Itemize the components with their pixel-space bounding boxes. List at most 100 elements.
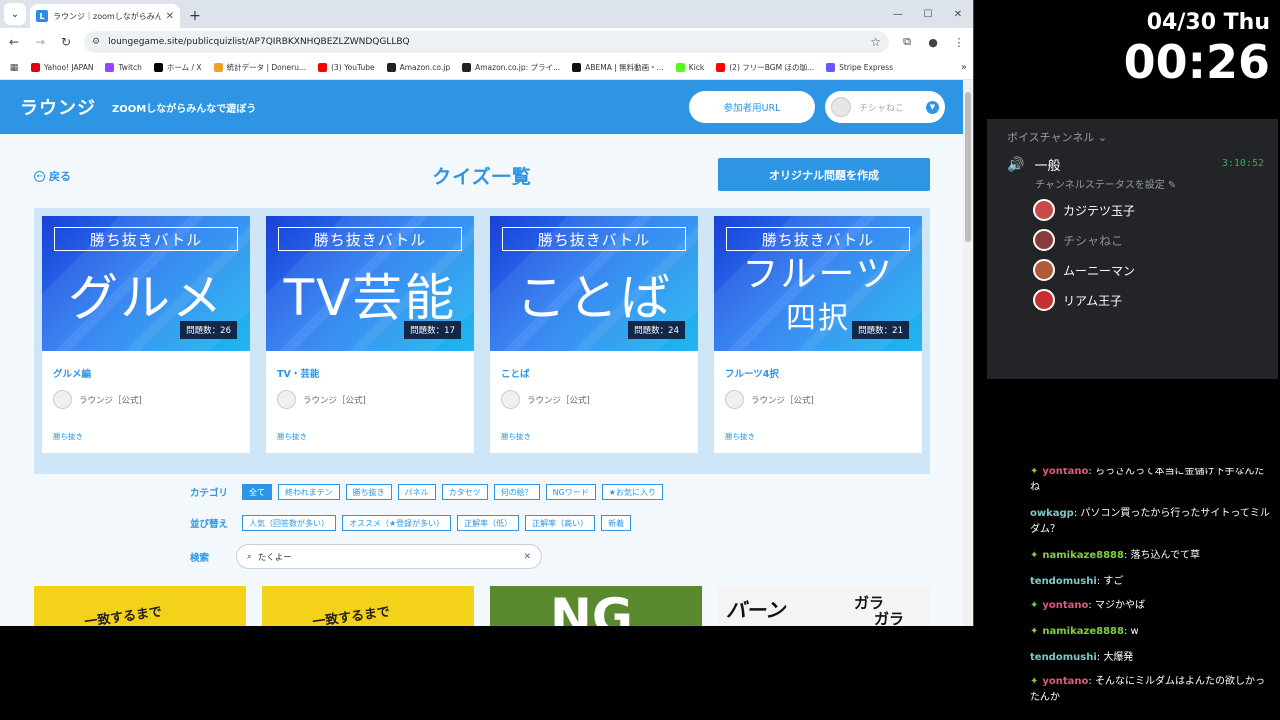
quiz-thumbnail[interactable]: 勝ち抜きバトル フルーツ 四択 問題数：21 [714,216,922,351]
speaker-icon: 🔊 [1007,156,1025,173]
bookmark-label: Twitch [118,63,142,72]
quiz-tag[interactable]: 勝ち抜き [725,431,755,442]
voice-member[interactable]: リアム王子 [1033,289,1122,311]
bookmark-label: Yahoo! JAPAN [44,63,94,72]
thumbnail-banner: 勝ち抜きバトル [502,227,686,251]
bookmark-item[interactable]: Stripe Express [821,62,898,73]
url-field[interactable]: ⚙ loungegame.site/publicquizlist/AP7QIRB… [84,31,889,53]
new-tab-icon[interactable]: + [184,5,206,27]
chat-username: tendomushi [1030,576,1097,587]
channel-status[interactable]: チャンネルステータスを設定 ✎ [1035,176,1176,191]
category-chip[interactable]: 勝ち抜き [345,484,392,500]
quiz-card[interactable]: 勝ち抜きバトル TV芸能 問題数：17 TV・芸能 ラウンジ［公式] 勝ち抜き [266,216,474,453]
author-name: ラウンジ［公式] [79,395,142,406]
category-chip[interactable]: 終われまテン [278,484,340,500]
bookmark-item[interactable]: (2) フリーBGM ほの珈... [711,62,819,73]
apps-grid-icon[interactable]: ▦ [6,60,22,76]
voice-member[interactable]: チシャねこ [1033,229,1123,251]
quiz-tag[interactable]: 勝ち抜き [277,431,307,442]
chat-message: ✦ yontano: ちっさんって本当に金儲け下手なんだね [1030,468,1265,493]
sort-chip[interactable]: 正解率（高い） [525,515,596,531]
browser-window: ⌄ L ラウンジ｜zoomしながらみんなで遊 ✕ + — ☐ ✕ ← → ↻ ⚙… [0,0,974,626]
bookmark-item[interactable]: Amazon.co.jp [382,62,456,73]
bookmark-item[interactable]: ABEMA | 無料動画・... [567,62,669,73]
minimize-icon[interactable]: — [883,0,913,28]
bookmark-item[interactable]: 統計データ | Doneru... [209,62,312,73]
window-controls: — ☐ ✕ [883,0,973,28]
thumbnail-banner: 勝ち抜きバトル [54,227,238,251]
more-bookmarks-icon[interactable]: » [961,62,967,73]
chat-message: ✦ namikaze8888: 落ち込んでて草 [1030,550,1201,561]
bookmark-favicon-icon [153,63,163,72]
chat-message: tendomushi: すご [1030,576,1124,587]
category-chip[interactable]: ★お気に入り [601,484,663,500]
search-input[interactable]: ⌕ たくよー ✕ [236,544,542,569]
bookmark-item[interactable]: Twitch [100,62,146,73]
bookmark-star-icon[interactable]: ☆ [870,35,881,49]
quiz-title[interactable]: TV・芸能 [277,366,319,380]
category-chip[interactable]: 何の絵？ [493,484,540,500]
voice-channel[interactable]: 🔊 一般 [1007,155,1060,175]
sort-row: 並び替え 人気（回答数が多い） オススメ（★登録が多い） 正解率（低） 正解率（高い）… [190,515,632,531]
category-chip[interactable]: カタセツ [441,484,488,500]
avatar [277,390,296,409]
quiz-thumbnail[interactable]: NG [490,586,702,626]
quiz-tag[interactable]: 勝ち抜き [501,431,531,442]
thumbnail-banner: 勝ち抜きバトル [726,227,910,251]
category-chip[interactable]: NGワード [545,484,596,500]
quiz-title[interactable]: ことば [501,366,530,380]
back-arrow-icon[interactable]: ← [6,34,22,50]
bookmark-item[interactable]: Amazon.co.jp: プライ... [457,62,565,73]
clear-search-icon[interactable]: ✕ [523,552,531,562]
quiz-thumbnail[interactable]: 一致するまで [34,586,246,626]
quiz-card[interactable]: 勝ち抜きバトル フルーツ 四択 問題数：21 フルーツ4択 ラウンジ［公式] 勝ち抜き [714,216,922,453]
quiz-thumbnail[interactable]: バーン ガラ ガラ [718,586,930,626]
quiz-card[interactable]: 勝ち抜きバトル グルメ 問題数：26 グルメ編ラウンジ［公式] 勝ち抜き [42,216,250,453]
chat-username: namikaze8888 [1042,550,1124,561]
bookmark-item[interactable]: Kick [671,62,709,73]
user-menu-button[interactable]: チシャねこ ▼ [825,91,945,123]
bookmark-item[interactable]: Yahoo! JAPAN [26,62,98,73]
bookmark-item[interactable]: (3) YouTube [313,62,380,73]
bookmark-favicon-icon [716,63,726,72]
quiz-thumbnail[interactable]: 一致するまで [262,586,474,626]
screen: ⌄ L ラウンジ｜zoomしながらみんなで遊 ✕ + — ☐ ✕ ← → ↻ ⚙… [0,0,1280,720]
avatar [501,390,520,409]
bookmark-item[interactable]: ホーム / X [149,62,207,73]
sort-chip[interactable]: 人気（回答数が多い） [242,515,336,531]
menu-dots-icon[interactable]: ⋮ [951,34,967,50]
voice-member[interactable]: ムーニーマン [1033,259,1135,281]
sort-chip[interactable]: 正解率（低） [457,515,520,531]
category-chip[interactable]: パネル [397,484,436,500]
join-url-button[interactable]: 参加者用URL [689,91,815,123]
extensions-icon[interactable]: ⧉ [899,34,915,50]
browser-tab[interactable]: L ラウンジ｜zoomしながらみんなで遊 ✕ [30,4,180,28]
create-quiz-button[interactable]: オリジナル問題を作成 [718,158,930,191]
voice-member[interactable]: カジテツ玉子 [1033,199,1135,221]
sort-chip[interactable]: オススメ（★登録が多い） [342,515,452,531]
close-window-icon[interactable]: ✕ [943,0,973,28]
profile-icon[interactable]: ● [925,34,941,50]
quiz-tag[interactable]: 勝ち抜き [53,431,83,442]
tab-search-button[interactable]: ⌄ [4,3,26,25]
page-scrollbar[interactable] [963,80,973,626]
close-tab-icon[interactable]: ✕ [166,11,174,22]
forward-arrow-icon[interactable]: → [32,34,48,50]
site-info-icon[interactable]: ⚙ [92,37,100,47]
quiz-card[interactable]: 勝ち抜きバトル ことば 問題数：24 ことば ラウンジ［公式] 勝ち抜き [490,216,698,453]
scrollbar-thumb[interactable] [965,92,971,242]
clock-time: 00:26 [1123,35,1270,89]
quiz-title[interactable]: フルーツ4択 [725,366,779,380]
quiz-title[interactable]: グルメ編 [53,366,91,380]
bookmark-favicon-icon [31,63,40,72]
maximize-icon[interactable]: ☐ [913,0,943,28]
sort-chip[interactable]: 新着 [601,515,632,531]
quiz-thumbnail[interactable]: 勝ち抜きバトル ことば 問題数：24 [490,216,698,351]
reload-icon[interactable]: ↻ [58,34,74,50]
chevron-down-icon: ▼ [926,100,939,114]
site-logo[interactable]: ラウンジ [20,94,96,120]
avatar [53,390,72,409]
category-chip[interactable]: 全て [242,484,272,500]
quiz-thumbnail[interactable]: 勝ち抜きバトル TV芸能 問題数：17 [266,216,474,351]
quiz-thumbnail[interactable]: 勝ち抜きバトル グルメ 問題数：26 [42,216,250,351]
